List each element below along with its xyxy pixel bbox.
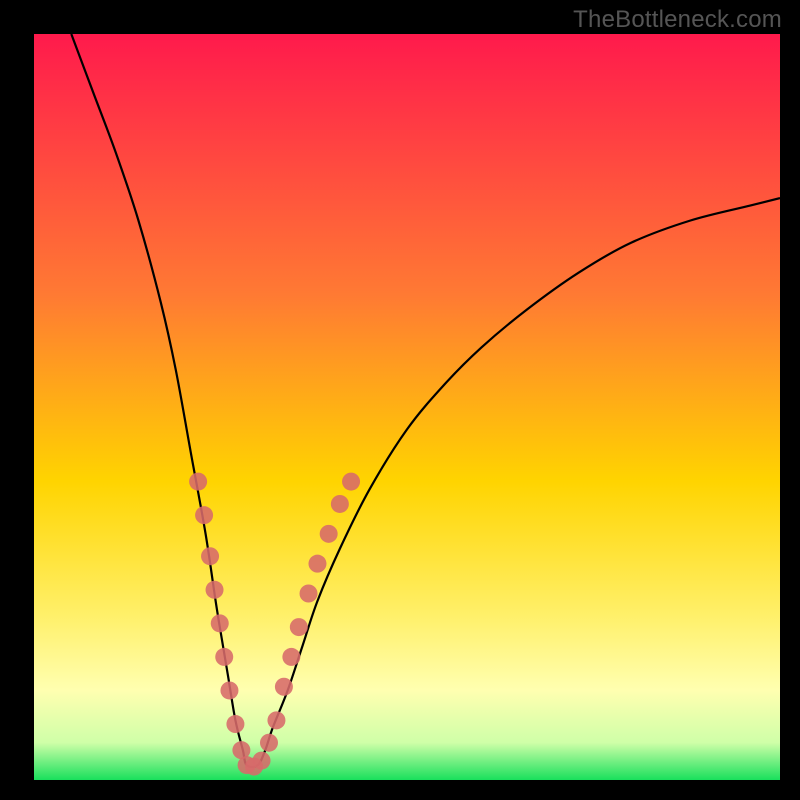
curve-dot (206, 581, 224, 599)
curve-dot (189, 473, 207, 491)
curve-dot (260, 734, 278, 752)
curve-dot (215, 648, 233, 666)
curve-dot (282, 648, 300, 666)
curve-dot (290, 618, 308, 636)
curve-dot (342, 473, 360, 491)
curve-dot (253, 752, 271, 770)
curve-dot (226, 715, 244, 733)
curve-dot (300, 585, 318, 603)
curve-dot (201, 547, 219, 565)
chart-svg (34, 34, 780, 780)
curve-dot (220, 681, 238, 699)
curve-dot (320, 525, 338, 543)
curve-dot (195, 506, 213, 524)
curve-dot (308, 555, 326, 573)
chart-plot-area (34, 34, 780, 780)
bottleneck-curve (71, 34, 780, 767)
curve-dot (331, 495, 349, 513)
curve-dot (275, 678, 293, 696)
curve-dot (267, 711, 285, 729)
curve-dot (211, 614, 229, 632)
watermark-text: TheBottleneck.com (573, 6, 782, 34)
chart-frame: TheBottleneck.com (0, 0, 800, 800)
